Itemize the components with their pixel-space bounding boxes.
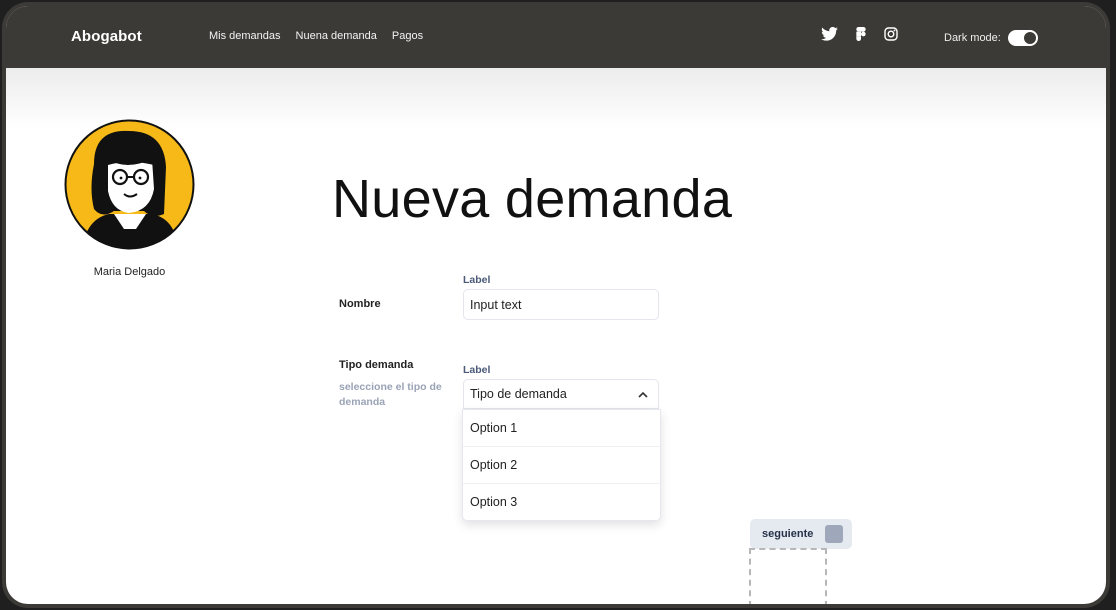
user-name: Maria Delgado bbox=[93, 266, 166, 278]
nombre-row-label: Nombre bbox=[339, 298, 381, 310]
nav-mis-demandas[interactable]: Mis demandas bbox=[209, 30, 281, 42]
nav-nueva-demanda[interactable]: Nuena demanda bbox=[296, 30, 377, 42]
dropdown-option[interactable]: Option 3 bbox=[463, 484, 660, 520]
tipo-help-text: seleccione el tipo de demanda bbox=[339, 381, 442, 408]
select-value: Tipo de demanda bbox=[470, 387, 567, 401]
twitter-icon[interactable] bbox=[821, 27, 838, 41]
dashed-placeholder bbox=[749, 548, 827, 604]
dark-mode-label: Dark mode: bbox=[944, 32, 1001, 44]
dropdown-option[interactable]: Option 1 bbox=[463, 410, 660, 447]
instagram-icon[interactable] bbox=[884, 27, 898, 41]
nombre-field-label: Label bbox=[463, 274, 491, 286]
social-links bbox=[821, 27, 898, 41]
nav-pagos[interactable]: Pagos bbox=[392, 30, 423, 42]
tipo-field-label: Label bbox=[463, 364, 491, 376]
brand-logo[interactable]: Abogabot bbox=[71, 28, 142, 45]
tipo-demanda-select[interactable]: Tipo de demanda bbox=[463, 379, 659, 409]
square-icon bbox=[825, 525, 844, 543]
device-frame: Abogabot Mis demandas Nuena demanda Pago… bbox=[2, 2, 1110, 608]
dark-mode-toggle[interactable] bbox=[1007, 30, 1038, 46]
avatar[interactable] bbox=[64, 119, 195, 250]
main-nav: Mis demandas Nuena demanda Pagos bbox=[209, 30, 423, 42]
next-button-label: seguiente bbox=[762, 528, 814, 540]
toggle-knob bbox=[1023, 32, 1036, 44]
tipo-demanda-options: Option 1 Option 2 Option 3 bbox=[462, 409, 661, 521]
chevron-up-icon bbox=[638, 387, 648, 401]
top-navbar: Abogabot Mis demandas Nuena demanda Pago… bbox=[6, 6, 1106, 68]
page-title: Nueva demanda bbox=[332, 169, 733, 229]
nombre-input[interactable] bbox=[463, 289, 659, 320]
tipo-row-label: Tipo demanda bbox=[339, 359, 414, 371]
dropdown-option[interactable]: Option 2 bbox=[463, 447, 660, 484]
figma-icon[interactable] bbox=[856, 27, 866, 41]
dark-mode-control: Dark mode: bbox=[944, 30, 1038, 46]
screen: Abogabot Mis demandas Nuena demanda Pago… bbox=[6, 6, 1106, 604]
next-button[interactable]: seguiente bbox=[750, 519, 852, 549]
